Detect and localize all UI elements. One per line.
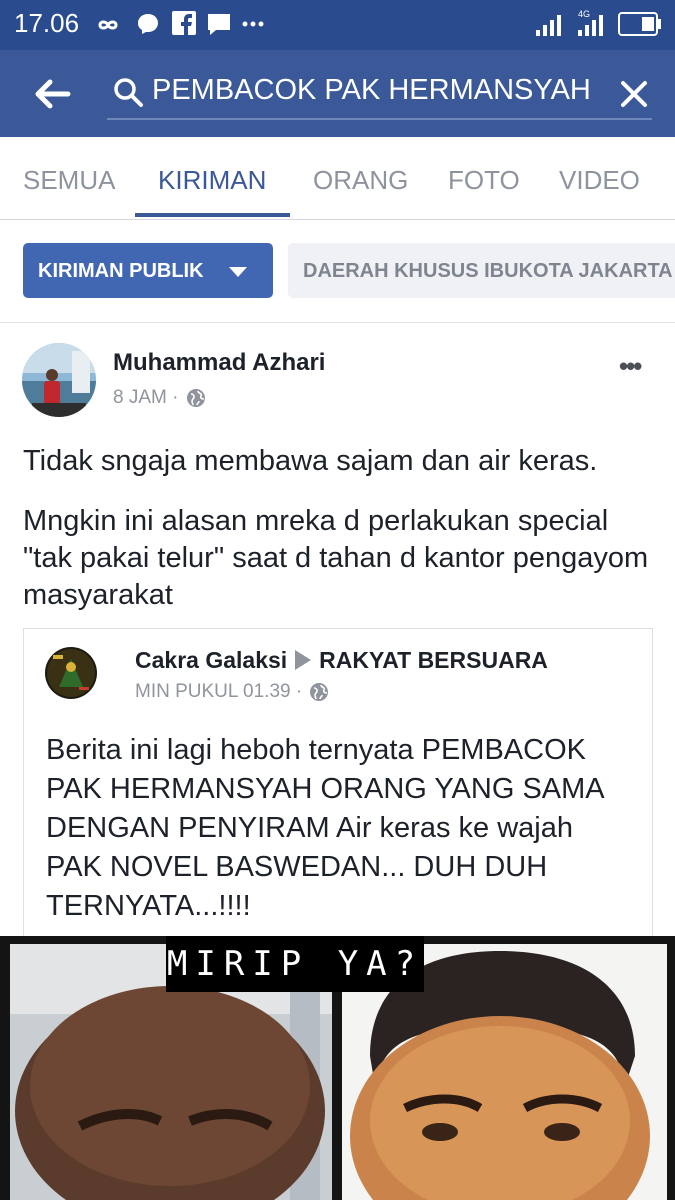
shared-meta: MIN PUKUL 01.39 · [135, 681, 329, 703]
meta-separator: · [172, 387, 179, 408]
svg-text:4G: 4G [578, 9, 590, 19]
results-tabs: SEMUA KIRIMAN ORANG FOTO VIDEO [0, 137, 675, 220]
messenger-icon [138, 14, 158, 34]
chat-icon [208, 14, 230, 35]
avatar[interactable] [22, 343, 96, 417]
public-posts-filter-button[interactable]: KIRIMAN PUBLIK [23, 243, 273, 298]
meta-separator: · [295, 681, 303, 702]
active-tab-indicator [135, 213, 290, 217]
shared-author-line: Cakra Galaksi RAKYAT BERSUARA [135, 647, 548, 674]
location-filter-button[interactable]: DAERAH KHUSUS IBUKOTA JAKARTA [288, 243, 675, 298]
signal-4g-icon: 4G [578, 9, 603, 36]
more-dots-icon [242, 21, 264, 27]
signal-icon [536, 15, 561, 36]
tab-semua[interactable]: SEMUA [23, 165, 115, 196]
location-filter-label: DAERAH KHUSUS IBUKOTA JAKARTA [303, 260, 673, 282]
image-caption: MIRIP YA? [166, 936, 424, 992]
globe-icon [310, 682, 329, 701]
tab-video[interactable]: VIDEO [559, 165, 640, 196]
post-text-paragraph: Mngkin ini alasan mreka d perlakukan spe… [23, 505, 649, 611]
shared-author[interactable]: Cakra Galaksi [135, 647, 287, 673]
play-arrow-icon [295, 650, 312, 670]
close-icon[interactable] [620, 80, 648, 108]
filter-bar: KIRIMAN PUBLIK DAERAH KHUSUS IBUKOTA JAK… [0, 220, 675, 324]
search-app-bar: PEMBACOK PAK HERMANSYAH [0, 50, 675, 137]
tab-foto[interactable]: FOTO [448, 165, 520, 196]
globe-icon [186, 388, 205, 407]
more-options-icon[interactable]: ••• [619, 351, 642, 382]
status-time: 17.06 [14, 8, 80, 38]
post-time[interactable]: 8 JAM [113, 387, 167, 408]
shared-post-text: Berita ini lagi heboh ternyata PEMBACOK … [46, 734, 604, 922]
shared-avatar[interactable] [45, 647, 97, 699]
post-meta: 8 JAM · [113, 387, 206, 409]
search-underline [107, 118, 652, 120]
infinity-icon [98, 20, 118, 30]
filter-label: KIRIMAN PUBLIK [38, 260, 204, 282]
post-text-paragraph: Tidak sngaja membawa sajam dan air keras… [23, 445, 598, 477]
tab-kiriman[interactable]: KIRIMAN [158, 165, 266, 196]
tab-orang[interactable]: ORANG [313, 165, 408, 196]
shared-time[interactable]: MIN PUKUL 01.39 [135, 681, 291, 702]
back-arrow-icon[interactable] [32, 74, 72, 114]
chevron-down-icon [229, 267, 247, 277]
search-query-text: PEMBACOK PAK HERMANSYAH [152, 74, 591, 106]
search-input[interactable]: PEMBACOK PAK HERMANSYAH [152, 74, 604, 114]
shared-post[interactable]: Cakra Galaksi RAKYAT BERSUARA MIN PUKUL 0… [23, 628, 653, 944]
shared-group[interactable]: RAKYAT BERSUARA [319, 647, 548, 673]
battery-icon [618, 12, 661, 36]
status-bar: 17.06 4G [0, 0, 675, 50]
post-author[interactable]: Muhammad Azhari [113, 349, 325, 377]
facebook-icon [172, 11, 196, 35]
search-icon [114, 78, 143, 107]
post-image[interactable]: MIRIP YA? [0, 936, 675, 1200]
